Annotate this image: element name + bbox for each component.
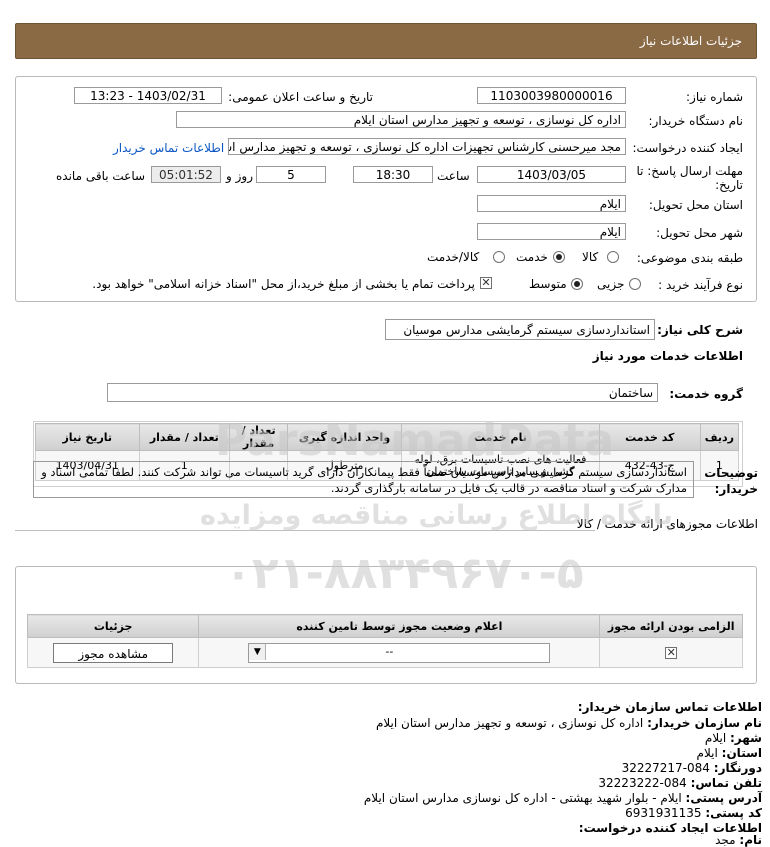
contact-org-line: نام سازمان خریدار: اداره کل نوسازی ، توس… <box>376 716 762 730</box>
col-details: جزئیات <box>26 614 200 638</box>
need-number-label: شماره نیاز: <box>686 90 743 104</box>
page-header: جزئیات اطلاعات نیاز <box>15 23 757 59</box>
province-field: ایلام <box>477 195 626 212</box>
col-name: نام خدمت <box>400 423 600 451</box>
announce-date-field: 1403/02/31 - 13:23 <box>74 87 222 104</box>
contact-city-line: شهر: ایلام <box>705 731 762 745</box>
details-cell: مشاهده مجوز <box>26 637 200 668</box>
contact-fax-value: 084-32227217 <box>621 761 710 775</box>
process-radio-medium[interactable] <box>571 278 583 290</box>
buyer-org-field: اداره کل نوسازی ، توسعه و تجهیز مدارس اس… <box>176 111 626 128</box>
contact-postal-value: 6931931135 <box>625 806 702 820</box>
remaining-label: ساعت باقی مانده <box>56 169 146 183</box>
contact-phone-label: تلفن تماس: <box>690 776 762 790</box>
permits-section-title: اطلاعات مجوزهای ارائه خدمت / کالا <box>576 517 758 531</box>
creator-label: ایجاد کننده درخواست: <box>632 141 743 155</box>
services-section-title: اطلاعات خدمات مورد نیاز <box>592 349 743 363</box>
required-cell: ✕ <box>599 637 743 668</box>
contact-province-line: استان: ایلام <box>697 746 762 760</box>
process-label: نوع فرآیند خرید : <box>658 278 743 292</box>
contact-phone-line: تلفن تماس: 084-32223222 <box>598 776 762 790</box>
city-field: ایلام <box>477 223 626 240</box>
table-row: ✕ ▼ -- مشاهده مجوز <box>26 637 743 668</box>
contact-address-label: آدرس پستی: <box>685 791 762 805</box>
announce-date-label: تاریخ و ساعت اعلان عمومی: <box>228 90 373 104</box>
buyer-notes-field: استانداردسازی سیستم گرمایشی مدارس موسیان… <box>33 461 694 498</box>
time-label: ساعت <box>437 169 470 183</box>
col-required: الزامی بودن ارائه مجوز <box>599 614 743 638</box>
col-date: تاریخ نیاز <box>35 423 140 451</box>
contact-province-value: ایلام <box>696 746 718 760</box>
need-number-field: 1103003980000016 <box>477 87 626 104</box>
contact-org-value: اداره کل نوسازی ، توسعه و تجهیز مدارس اس… <box>375 716 644 730</box>
creator-field: مجد میرحسنی کارشناس تجهیزات اداره کل نوس… <box>228 138 626 155</box>
contact-postal-line: کد پستی: 6931931135 <box>625 806 762 820</box>
required-checkbox[interactable]: ✕ <box>665 647 678 659</box>
summary-field: استانداردسازی سیستم گرمایشی مدارس موسیان <box>385 319 655 340</box>
view-permit-button[interactable]: مشاهده مجوز <box>53 642 174 663</box>
days-field: 5 <box>256 166 326 183</box>
contact-org-label: نام سازمان خریدار: <box>647 716 762 730</box>
buyer-notes-label: توضیحات خریدار: <box>704 466 758 496</box>
deadline-date-field: 1403/03/05 <box>477 166 626 183</box>
status-select-value: -- <box>385 644 394 658</box>
deadline-time-field: 18:30 <box>353 166 433 183</box>
category-label: طبقه بندی موضوعی: <box>636 251 743 265</box>
page-title: جزئیات اطلاعات نیاز <box>639 34 742 48</box>
col-count: تعداد / مقدار <box>229 423 289 451</box>
category-radio-goods-service[interactable] <box>493 251 505 263</box>
province-label: استان محل تحویل: <box>648 198 743 212</box>
permits-table: الزامی بودن ارائه مجوز اعلام وضعیت مجوز … <box>26 614 743 668</box>
days-label: روز و <box>226 169 253 183</box>
contact-city-label: شهر: <box>730 731 762 745</box>
buyer-contact-link[interactable]: اطلاعات تماس خریدار <box>113 141 224 155</box>
contact-postal-label: کد پستی: <box>705 806 762 820</box>
process-radio-minor[interactable] <box>629 278 641 290</box>
treasury-text: پرداخت تمام یا بخشی از مبلغ خرید،از محل … <box>92 277 475 291</box>
permits-table-header: الزامی بودن ارائه مجوز اعلام وضعیت مجوز … <box>26 614 743 638</box>
status-cell: ▼ -- <box>198 637 601 668</box>
process-option-minor: جزیی <box>597 277 625 291</box>
service-group-field: ساختمان <box>107 383 658 402</box>
contact-fax-line: دورنگار: 084-32227217 <box>622 761 762 775</box>
category-option-goods: کالا <box>582 250 599 264</box>
col-status: اعلام وضعیت مجوز توسط تامین کننده <box>198 614 601 638</box>
city-label: شهر محل تحویل: <box>656 226 743 240</box>
status-select[interactable]: ▼ -- <box>248 642 551 663</box>
col-index: ردیف <box>699 423 740 451</box>
contact-title: اطلاعات تماس سازمان خریدار: <box>577 700 762 714</box>
remaining-time-field: 05:01:52 <box>151 166 221 183</box>
contact-phone-value: 084-32223222 <box>598 776 687 790</box>
category-radio-service[interactable] <box>553 251 565 263</box>
buyer-org-label: نام دستگاه خریدار: <box>648 114 744 128</box>
contact-address-value: ایلام - بلوار شهید بهشتی - اداره کل نوسا… <box>363 791 682 805</box>
contact-fax-label: دورنگار: <box>713 761 762 775</box>
contact-province-label: استان: <box>721 746 762 760</box>
col-unit: واحد اندازه گیری <box>287 423 402 451</box>
category-option-goods-service: کالا/خدمت <box>427 250 480 264</box>
contact-address-line: آدرس پستی: ایلام - بلوار شهید بهشتی - اد… <box>364 791 762 805</box>
service-group-label: گروه خدمت: <box>669 387 743 401</box>
contact-city-value: ایلام <box>704 731 727 745</box>
treasury-checkbox[interactable]: ✕ <box>480 277 492 289</box>
permits-divider <box>15 530 595 531</box>
category-option-service: خدمت <box>516 250 548 264</box>
col-code: کد خدمت <box>598 423 701 451</box>
summary-label: شرح کلی نیاز: <box>657 323 743 337</box>
col-qty: تعداد / مقدار <box>138 423 231 451</box>
deadline-label: مهلت ارسال پاسخ: تا تاریخ: <box>636 164 743 192</box>
category-radio-goods[interactable] <box>607 251 619 263</box>
services-table-header: ردیف کد خدمت نام خدمت واحد اندازه گیری ت… <box>35 423 740 451</box>
process-option-medium: متوسط <box>529 277 567 291</box>
